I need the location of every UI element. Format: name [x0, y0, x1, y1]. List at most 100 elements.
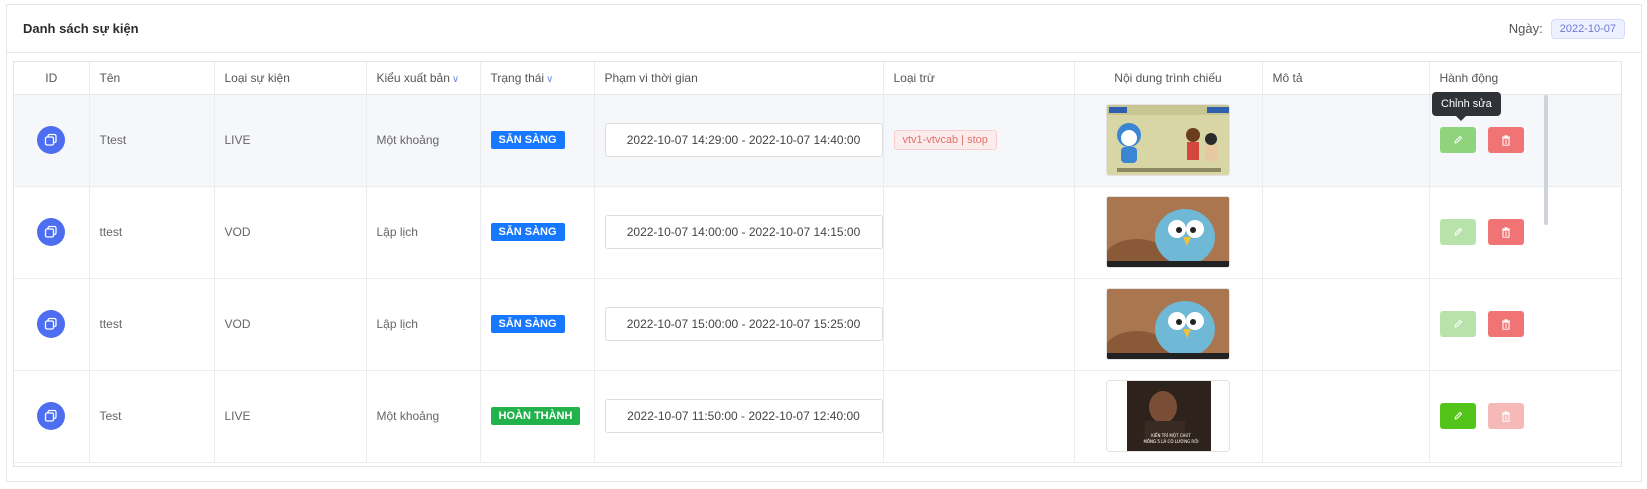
name-cell: ttest: [89, 186, 215, 279]
description-cell: [1262, 370, 1430, 463]
vertical-scrollbar[interactable]: [1544, 95, 1548, 225]
publish-cell: Lập lịch: [366, 278, 481, 371]
date-picker[interactable]: 2022-10-07: [1550, 18, 1625, 39]
time-range-field[interactable]: 2022-10-07 15:00:00 - 2022-10-07 15:25:0…: [604, 307, 883, 341]
trash-icon: [1501, 410, 1510, 422]
exclude-cell: [883, 186, 1075, 279]
status-badge: SẴN SÀNG: [490, 315, 565, 333]
row-actions: [1439, 219, 1613, 245]
delete-button[interactable]: [1487, 403, 1524, 429]
row-actions: [1439, 127, 1613, 153]
name-cell: ttest: [89, 278, 215, 371]
exclude-cell: vtv1-vtvcab | stop: [883, 94, 1075, 187]
events-table: ID Tên Loại sự kiện Kiểu xuất bản ∨ Trạng…: [14, 62, 1621, 463]
table-row: ttest VOD Lập lịch SẴN SÀNG 2022-10-07 1…: [14, 186, 1621, 279]
status-badge: SẴN SÀNG: [490, 131, 565, 149]
id-cell: [14, 94, 90, 187]
description-cell: [1262, 278, 1430, 371]
col-name: Tên: [89, 62, 215, 95]
delete-button[interactable]: [1487, 219, 1524, 245]
page-title: Danh sách sự kiện: [23, 21, 139, 36]
actions-cell: [1429, 186, 1621, 279]
table-header-row: ID Tên Loại sự kiện Kiểu xuất bản ∨ Trạng…: [14, 62, 1621, 95]
trash-icon: [1501, 134, 1510, 146]
copy-icon[interactable]: [37, 402, 66, 430]
description-cell: [1262, 94, 1430, 187]
pencil-icon: [1453, 135, 1462, 144]
status-cell: SẴN SÀNG: [480, 278, 595, 371]
col-time-range: Phạm vi thời gian: [594, 62, 884, 95]
type-cell: LIVE: [214, 94, 367, 187]
copy-icon[interactable]: [37, 218, 66, 246]
time-range-field[interactable]: 2022-10-07 14:29:00 - 2022-10-07 14:40:0…: [604, 123, 883, 157]
id-cell: [14, 370, 90, 463]
id-cell: [14, 278, 90, 371]
chevron-down-icon[interactable]: ∨: [546, 74, 553, 85]
thumb-caption-2: MỒNG 5 LÀ CÓ LƯƠNG RỒI: [1143, 439, 1198, 444]
status-cell: SẴN SÀNG: [480, 186, 595, 279]
type-cell: VOD: [214, 186, 367, 279]
edit-button[interactable]: [1439, 219, 1476, 245]
trash-icon: [1501, 226, 1510, 238]
exclude-cell: [883, 370, 1075, 463]
type-cell: LIVE: [214, 370, 367, 463]
publish-cell: Một khoảng: [366, 370, 481, 463]
edit-button[interactable]: [1439, 127, 1476, 153]
col-publish-type-label: Kiểu xuất bản: [376, 70, 450, 85]
range-cell: 2022-10-07 14:29:00 - 2022-10-07 14:40:0…: [594, 94, 884, 187]
actions-cell: [1429, 370, 1621, 463]
actions-cell: [1429, 278, 1621, 371]
copy-icon[interactable]: [37, 310, 66, 338]
date-label: Ngày:: [1508, 21, 1543, 36]
edit-tooltip: Chỉnh sửa: [1432, 92, 1501, 121]
card-header: Danh sách sự kiện Ngày: 2022-10-07: [7, 5, 1641, 53]
row-actions: [1439, 403, 1613, 429]
content-thumbnail[interactable]: [1106, 196, 1230, 268]
col-status-label: Trạng thái: [490, 70, 545, 85]
col-exclude: Loại trừ: [883, 62, 1075, 95]
publish-cell: Một khoảng: [366, 94, 481, 187]
col-actions: Hành động: [1429, 62, 1621, 95]
content-cell: [1074, 94, 1263, 187]
delete-button[interactable]: [1487, 311, 1524, 337]
status-cell: HOÀN THÀNH: [480, 370, 595, 463]
thumb-caption-1: KIẾN TRÍ MỘT CHÚT: [1151, 432, 1191, 438]
exclude-tag: vtv1-vtvcab | stop: [893, 130, 997, 150]
status-cell: SẴN SÀNG: [480, 94, 595, 187]
table-row: Test LIVE Một khoảng HOÀN THÀNH 2022-10-…: [14, 370, 1621, 463]
table-row: ttest VOD Lập lịch SẴN SÀNG 2022-10-07 1…: [14, 278, 1621, 371]
pencil-icon: [1453, 227, 1462, 236]
delete-button[interactable]: [1487, 127, 1524, 153]
name-cell: Ttest: [89, 94, 215, 187]
col-status[interactable]: Trạng thái ∨: [480, 62, 595, 95]
content-thumbnail[interactable]: [1106, 104, 1230, 176]
edit-button[interactable]: [1439, 311, 1476, 337]
description-cell: [1262, 186, 1430, 279]
range-cell: 2022-10-07 14:00:00 - 2022-10-07 14:15:0…: [594, 186, 884, 279]
content-thumbnail[interactable]: KIẾN TRÍ MỘT CHÚT MỒNG 5 LÀ CÓ LƯƠNG RỒI: [1106, 380, 1230, 452]
chevron-down-icon[interactable]: ∨: [452, 74, 459, 85]
events-table-container: ID Tên Loại sự kiện Kiểu xuất bản ∨ Trạng…: [13, 61, 1622, 467]
copy-icon[interactable]: [37, 126, 66, 154]
edit-button[interactable]: [1439, 403, 1476, 429]
content-cell: KIẾN TRÍ MỘT CHÚT MỒNG 5 LÀ CÓ LƯƠNG RỒI: [1074, 370, 1263, 463]
content-cell: [1074, 278, 1263, 371]
col-publish-type[interactable]: Kiểu xuất bản ∨: [366, 62, 481, 95]
col-id: ID: [14, 62, 90, 95]
exclude-cell: [883, 278, 1075, 371]
pencil-icon: [1453, 319, 1462, 328]
pencil-icon: [1453, 411, 1462, 420]
table-row: Ttest LIVE Một khoảng SẴN SÀNG 2022-10-0…: [14, 94, 1621, 187]
name-cell: Test: [89, 370, 215, 463]
time-range-field[interactable]: 2022-10-07 14:00:00 - 2022-10-07 14:15:0…: [604, 215, 883, 249]
trash-icon: [1501, 318, 1510, 330]
range-cell: 2022-10-07 11:50:00 - 2022-10-07 12:40:0…: [594, 370, 884, 463]
status-badge: HOÀN THÀNH: [490, 407, 581, 425]
col-content: Nội dung trình chiếu: [1074, 62, 1263, 95]
content-thumbnail[interactable]: [1106, 288, 1230, 360]
publish-cell: Lập lịch: [366, 186, 481, 279]
row-actions: [1439, 311, 1613, 337]
time-range-field[interactable]: 2022-10-07 11:50:00 - 2022-10-07 12:40:0…: [604, 399, 883, 433]
col-event-type: Loại sự kiện: [214, 62, 367, 95]
status-badge: SẴN SÀNG: [490, 223, 565, 241]
